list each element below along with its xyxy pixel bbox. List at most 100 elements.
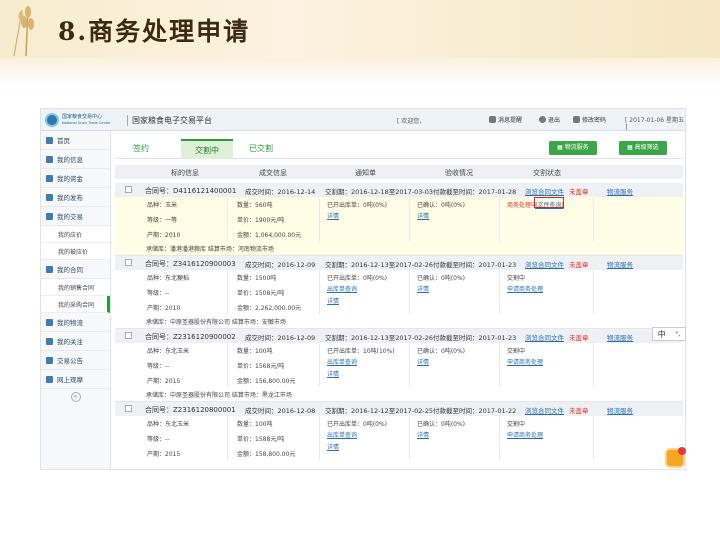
- pay-deadline: 付款截至时间：2017-01-23: [433, 261, 517, 269]
- highlight-box: [534, 197, 564, 208]
- tab-bar: 签约 交割中 已交割 ▦ 物流服务 ▦ 高级筛选: [115, 137, 683, 159]
- column-divider: [227, 343, 228, 387]
- quantity: 数量：560吨: [237, 202, 273, 209]
- sidebar-item-trade[interactable]: 我的交易: [41, 207, 110, 226]
- header-fade: [0, 58, 720, 86]
- order-header: 合同号：Z2316120800001 成交时间：2016-12-08 交割期：2…: [115, 402, 683, 416]
- view-contract-link[interactable]: 浏览合同文件: [525, 186, 564, 196]
- tab-done[interactable]: 已交割: [235, 139, 287, 159]
- outbound-issued: 已开出库单：0吨(0%): [327, 421, 388, 428]
- sidebar-item-announcement[interactable]: 交易公告: [41, 351, 110, 370]
- accepted-amount: 已确认：0吨(0%): [417, 202, 466, 209]
- stamp-status: 未盖章: [569, 261, 589, 269]
- deal-time: 成交时间：2016-12-14: [245, 188, 316, 196]
- logo-name-en: National Grain Trade Center: [62, 121, 111, 125]
- sidebar-item-follow[interactable]: 我的关注: [41, 332, 110, 351]
- unit-price: 单价：1900元/吨: [237, 217, 285, 224]
- ime-mode-label[interactable]: °,: [675, 331, 680, 338]
- sidebar-item-label: 我的信息: [57, 156, 83, 164]
- order-header: 合同号：Z3416120900003 成交时间：2016-12-09 交割期：2…: [115, 256, 683, 270]
- welcome-text: [ 欢迎您，: [397, 118, 426, 125]
- stamp-status: 未盖章: [569, 188, 589, 196]
- outbound-detail-link[interactable]: 详情: [327, 442, 339, 451]
- messages-button[interactable]: 消息提醒: [489, 115, 522, 124]
- accepted-amount: 已确认：0吨(0%): [417, 348, 466, 355]
- sidebar-sub-my-bids[interactable]: 我的应价: [41, 226, 110, 243]
- outbound-query-link[interactable]: 详情: [327, 211, 339, 220]
- sidebar-item-publish[interactable]: 我的发布: [41, 188, 110, 207]
- tab-trading[interactable]: 交割中: [181, 139, 233, 159]
- logistics-link[interactable]: 物流服务: [607, 405, 633, 415]
- main-content: 签约 交割中 已交割 ▦ 物流服务 ▦ 高级筛选 标的信息 成交信息 通知单 验…: [115, 137, 683, 460]
- ime-toolbar[interactable]: 中 °,: [652, 327, 686, 341]
- row-checkbox[interactable]: [125, 332, 132, 339]
- product-name: 品种：东北粳稻: [147, 275, 190, 282]
- chat-icon[interactable]: [665, 447, 686, 468]
- logistics-link[interactable]: 物流服务: [607, 332, 633, 342]
- site-logo[interactable]: 国家粮食交易中心 National Grain Trade Center: [45, 112, 125, 128]
- apply-business-handling-link[interactable]: 申请商务处理: [507, 357, 543, 366]
- acceptance-detail-link[interactable]: 详情: [417, 430, 429, 439]
- view-contract-link[interactable]: 浏览合同文件: [525, 405, 564, 415]
- depot-info: 承储库：中原圣器股份有限公司 结算市场：安徽市场: [146, 319, 286, 326]
- table-row: 合同号：Z3416120900003 成交时间：2016-12-09 交割期：2…: [115, 256, 683, 329]
- sidebar-item-info[interactable]: 我的信息: [41, 150, 110, 169]
- product-grade: 等级：--: [147, 436, 170, 443]
- sidebar-item-funds[interactable]: 我的资金: [41, 169, 110, 188]
- apply-business-handling-link[interactable]: 申请商务处理: [507, 430, 543, 439]
- delivery-period: 交割期：2016-12-12至2017-02-25: [325, 407, 434, 415]
- tab-sign[interactable]: 签约: [119, 139, 163, 159]
- header-acceptance: 验收情况: [445, 169, 473, 177]
- logistics-link[interactable]: 物流服务: [607, 259, 633, 269]
- top-bar: 国家粮食交易中心 National Grain Trade Center 国家粮…: [41, 109, 685, 131]
- table-header: 标的信息 成交信息 通知单 验收情况 交割状态: [115, 165, 683, 179]
- sidebar-item-home[interactable]: 首页: [41, 131, 110, 150]
- sidebar-sub-purchase-contract[interactable]: 我的采购合同: [41, 296, 110, 313]
- view-contract-link[interactable]: 浏览合同文件: [525, 259, 564, 269]
- quantity: 数量：100吨: [237, 348, 273, 355]
- sidebar-item-label: 我的发布: [57, 194, 83, 202]
- total-amount: 金额：2,262,000.00元: [237, 305, 302, 312]
- advanced-filter-button[interactable]: ▦ 高级筛选: [619, 141, 667, 155]
- order-body: 品种：东北玉米 等级：-- 产期：2015 数量：100吨 单价：1568元/吨…: [115, 343, 683, 401]
- product-name: 品种：东北玉米: [147, 348, 190, 355]
- row-checkbox[interactable]: [125, 405, 132, 412]
- acceptance-detail-link[interactable]: 详情: [417, 284, 429, 293]
- column-divider: [409, 197, 410, 241]
- apply-business-handling-link[interactable]: 申请商务处理: [507, 284, 543, 293]
- outbound-detail-link[interactable]: 详情: [327, 296, 339, 305]
- total-amount: 金额：156,800.00元: [237, 378, 296, 385]
- logistics-service-button[interactable]: ▦ 物流服务: [549, 141, 597, 155]
- advanced-filter-label: 高级筛选: [634, 144, 659, 151]
- accepted-amount: 已确认：0吨(0%): [417, 421, 466, 428]
- column-divider: [409, 270, 410, 314]
- row-checkbox[interactable]: [125, 259, 132, 266]
- acceptance-detail-link[interactable]: 详情: [417, 211, 429, 220]
- outbound-query-link[interactable]: 出库单查询: [327, 430, 357, 439]
- ime-lang-label[interactable]: 中: [658, 329, 666, 340]
- contract-number: 合同号：Z3416120900003: [145, 260, 236, 268]
- view-contract-link[interactable]: 浏览合同文件: [525, 332, 564, 342]
- wheat-icon: [13, 5, 34, 56]
- change-password-button[interactable]: 修改密码: [573, 115, 606, 124]
- contract-number: 合同号：D4116121400001: [145, 187, 237, 195]
- total-amount: 金额：1,064,000.00元: [237, 232, 302, 239]
- column-divider: [499, 270, 500, 314]
- logistics-link[interactable]: 物流服务: [607, 186, 633, 196]
- acceptance-detail-link[interactable]: 详情: [417, 357, 429, 366]
- platform-name: 国家粮食电子交易平台: [127, 115, 212, 126]
- outbound-query-link[interactable]: 出库单查询: [327, 284, 357, 293]
- outbound-detail-link[interactable]: 详情: [327, 369, 339, 378]
- row-checkbox[interactable]: [125, 186, 132, 193]
- sidebar-sub-bids-received[interactable]: 我的被应价: [41, 243, 110, 260]
- collapse-icon[interactable]: «: [70, 392, 81, 402]
- sidebar-item-contract[interactable]: 我的合同: [41, 260, 110, 279]
- column-divider: [319, 270, 320, 314]
- column-divider: [319, 343, 320, 387]
- logout-button[interactable]: 退出: [539, 115, 560, 124]
- sidebar-sub-sales-contract[interactable]: 我的销售合同: [41, 279, 110, 296]
- column-divider: [593, 416, 594, 460]
- sidebar-item-observe[interactable]: 网上观摩: [41, 370, 110, 389]
- outbound-query-link[interactable]: 出库单查询: [327, 357, 357, 366]
- sidebar-item-logistics[interactable]: 我的物流: [41, 313, 110, 332]
